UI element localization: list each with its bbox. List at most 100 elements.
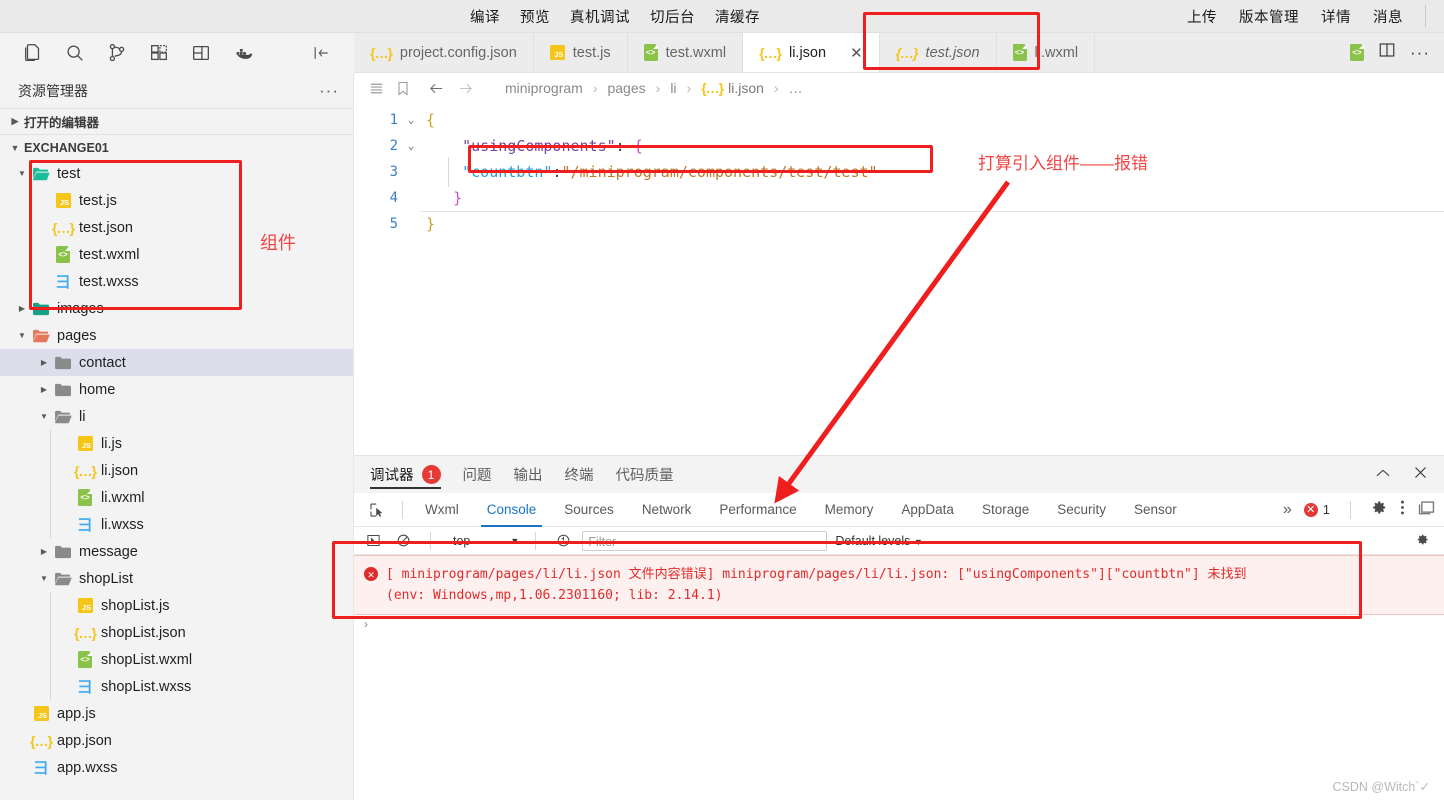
execution-context-select[interactable]: top ▼ [447,534,519,548]
split-editor-icon[interactable] [1378,41,1396,64]
error-count-badge[interactable]: ✕ 1 [1303,502,1330,517]
devtools-tab-appdata[interactable]: AppData [887,493,968,527]
fold-toggle-icon[interactable]: ⌄ [402,133,420,159]
console-error-message[interactable]: ✕ [ miniprogram/pages/li/li.json 文件内容错误]… [354,555,1444,615]
overflow-tabs-icon[interactable]: » [1283,501,1292,519]
live-expression-icon[interactable] [552,533,574,548]
collapse-all-icon[interactable] [300,35,342,71]
section-open-editors[interactable]: ▶ 打开的编辑器 [0,108,353,134]
more-actions-icon[interactable]: ··· [1410,43,1430,63]
editor-tab-li-wxml[interactable]: <> li.wxml [996,33,1096,72]
console-prompt[interactable]: › [354,615,1444,633]
menu-messages[interactable]: 消息 [1373,6,1403,27]
menu-upload[interactable]: 上传 [1187,6,1217,27]
tree-item-li-wxml[interactable]: <> li.wxml [0,484,353,511]
execution-context-icon[interactable] [362,533,384,548]
code-area[interactable]: 1 ⌄ { 2 ⌄ "usingComponents": { 3 "countb… [354,103,1444,237]
tree-item-shopList[interactable]: ▼ shopList [0,565,353,592]
tree-item-home[interactable]: ▶ home [0,376,353,403]
console-filter-input[interactable]: Filter [582,530,828,551]
tree-item-contact[interactable]: ▶ contact [0,349,353,376]
chevron-down-icon[interactable]: ▼ [36,412,52,421]
breadcrumb-segment-miniprogram[interactable]: miniprogram [505,80,583,96]
tree-item-test-wxss[interactable]: 彐 test.wxss [0,268,353,295]
files-icon[interactable] [12,35,54,71]
panel-tab-problems[interactable]: 问题 [463,456,492,493]
gear-icon[interactable] [1371,499,1388,521]
breadcrumb-current-file[interactable]: {…} li.json [701,80,764,96]
tab-close-icon[interactable]: ✕ [850,44,863,62]
more-vertical-icon[interactable] [1400,499,1405,521]
devtools-tab-performance[interactable]: Performance [705,493,810,527]
tree-item-app-js[interactable]: JS app.js [0,700,353,727]
devtools-tab-storage[interactable]: Storage [968,493,1043,527]
bookmark-icon[interactable] [395,80,411,97]
devtools-tab-network[interactable]: Network [628,493,706,527]
explorer-more-icon[interactable]: ··· [319,81,339,101]
menu-preview[interactable]: 预览 [520,6,550,27]
chevron-down-icon[interactable]: ▼ [14,331,30,340]
source-control-icon[interactable] [96,35,138,71]
devtools-tab-sources[interactable]: Sources [550,493,628,527]
search-icon[interactable] [54,35,96,71]
devtools-tab-security[interactable]: Security [1043,493,1120,527]
tree-item-li[interactable]: ▼ li [0,403,353,430]
fold-toggle-icon[interactable]: ⌄ [402,107,420,133]
panel-tab-code-quality[interactable]: 代码质量 [616,456,674,493]
chevron-right-icon[interactable]: ▶ [36,358,52,367]
tree-item-test-wxml[interactable]: <> test.wxml [0,241,353,268]
chevron-down-icon[interactable]: ▼ [14,169,30,178]
devtools-tab-memory[interactable]: Memory [811,493,888,527]
tree-item-test-js[interactable]: JS test.js [0,187,353,214]
devtools-tab-console[interactable]: Console [473,493,551,527]
menu-version-management[interactable]: 版本管理 [1239,6,1299,27]
tree-item-li-wxss[interactable]: 彐 li.wxss [0,511,353,538]
tree-item-shopList-js[interactable]: JS shopList.js [0,592,353,619]
breadcrumb-segment-pages[interactable]: pages [607,80,645,96]
breadcrumb-ellipsis[interactable]: … [789,80,803,96]
editor-tab-test-js[interactable]: JS test.js [533,33,628,72]
tree-item-shopList-wxml[interactable]: <> shopList.wxml [0,646,353,673]
docker-icon[interactable] [222,35,264,71]
menu-details[interactable]: 详情 [1321,6,1351,27]
outline-icon[interactable] [368,80,385,97]
tree-item-shopList-json[interactable]: {…} shopList.json [0,619,353,646]
chevron-right-icon[interactable]: ▶ [14,304,30,313]
section-workspace[interactable]: ▼ EXCHANGE01 [0,134,353,160]
dock-side-icon[interactable] [1417,499,1436,521]
tree-item-shopList-wxss[interactable]: 彐 shopList.wxss [0,673,353,700]
forward-icon[interactable] [456,80,475,97]
chevron-up-icon[interactable] [1375,466,1391,483]
layout-icon[interactable] [180,35,222,71]
log-levels-select[interactable]: Default levels ▼ [835,534,922,548]
panel-tab-output[interactable]: 输出 [514,456,543,493]
tree-item-test[interactable]: ▼ test [0,160,353,187]
tree-item-images[interactable]: ▶ images [0,295,353,322]
editor-tab-test-json[interactable]: {…} test.json [879,33,997,72]
menu-background[interactable]: 切后台 [650,6,695,27]
back-icon[interactable] [427,80,446,97]
tree-item-message[interactable]: ▶ message [0,538,353,565]
menu-compile[interactable]: 编译 [470,6,500,27]
menu-real-device-debug[interactable]: 真机调试 [570,6,630,27]
extensions-icon[interactable] [138,35,180,71]
close-icon[interactable] [1413,465,1428,485]
editor-tab-project-config-json[interactable]: {…} project.config.json [354,33,534,72]
tree-item-li-json[interactable]: {…} li.json [0,457,353,484]
console-settings-gear-icon[interactable] [1415,532,1436,550]
chevron-right-icon[interactable]: ▶ [36,547,52,556]
devtools-tab-wxml[interactable]: Wxml [411,493,473,527]
panel-tab-terminal[interactable]: 终端 [565,456,594,493]
clear-console-icon[interactable] [392,533,414,548]
panel-tab-debugger[interactable]: 调试器 1 [370,456,441,493]
devtools-tab-sensor[interactable]: Sensor [1120,493,1191,527]
menu-clear-cache[interactable]: 清缓存 [715,6,760,27]
tree-item-test-json[interactable]: {…} test.json [0,214,353,241]
inspect-element-icon[interactable] [360,496,394,524]
chevron-down-icon[interactable]: ▼ [36,574,52,583]
tree-item-li-js[interactable]: JS li.js [0,430,353,457]
tree-item-app-json[interactable]: {…} app.json [0,727,353,754]
breadcrumb-segment-li[interactable]: li [670,80,676,96]
tree-item-app-wxss[interactable]: 彐 app.wxss [0,754,353,781]
editor-tab-li-json[interactable]: {…} li.json ✕ [743,33,880,72]
